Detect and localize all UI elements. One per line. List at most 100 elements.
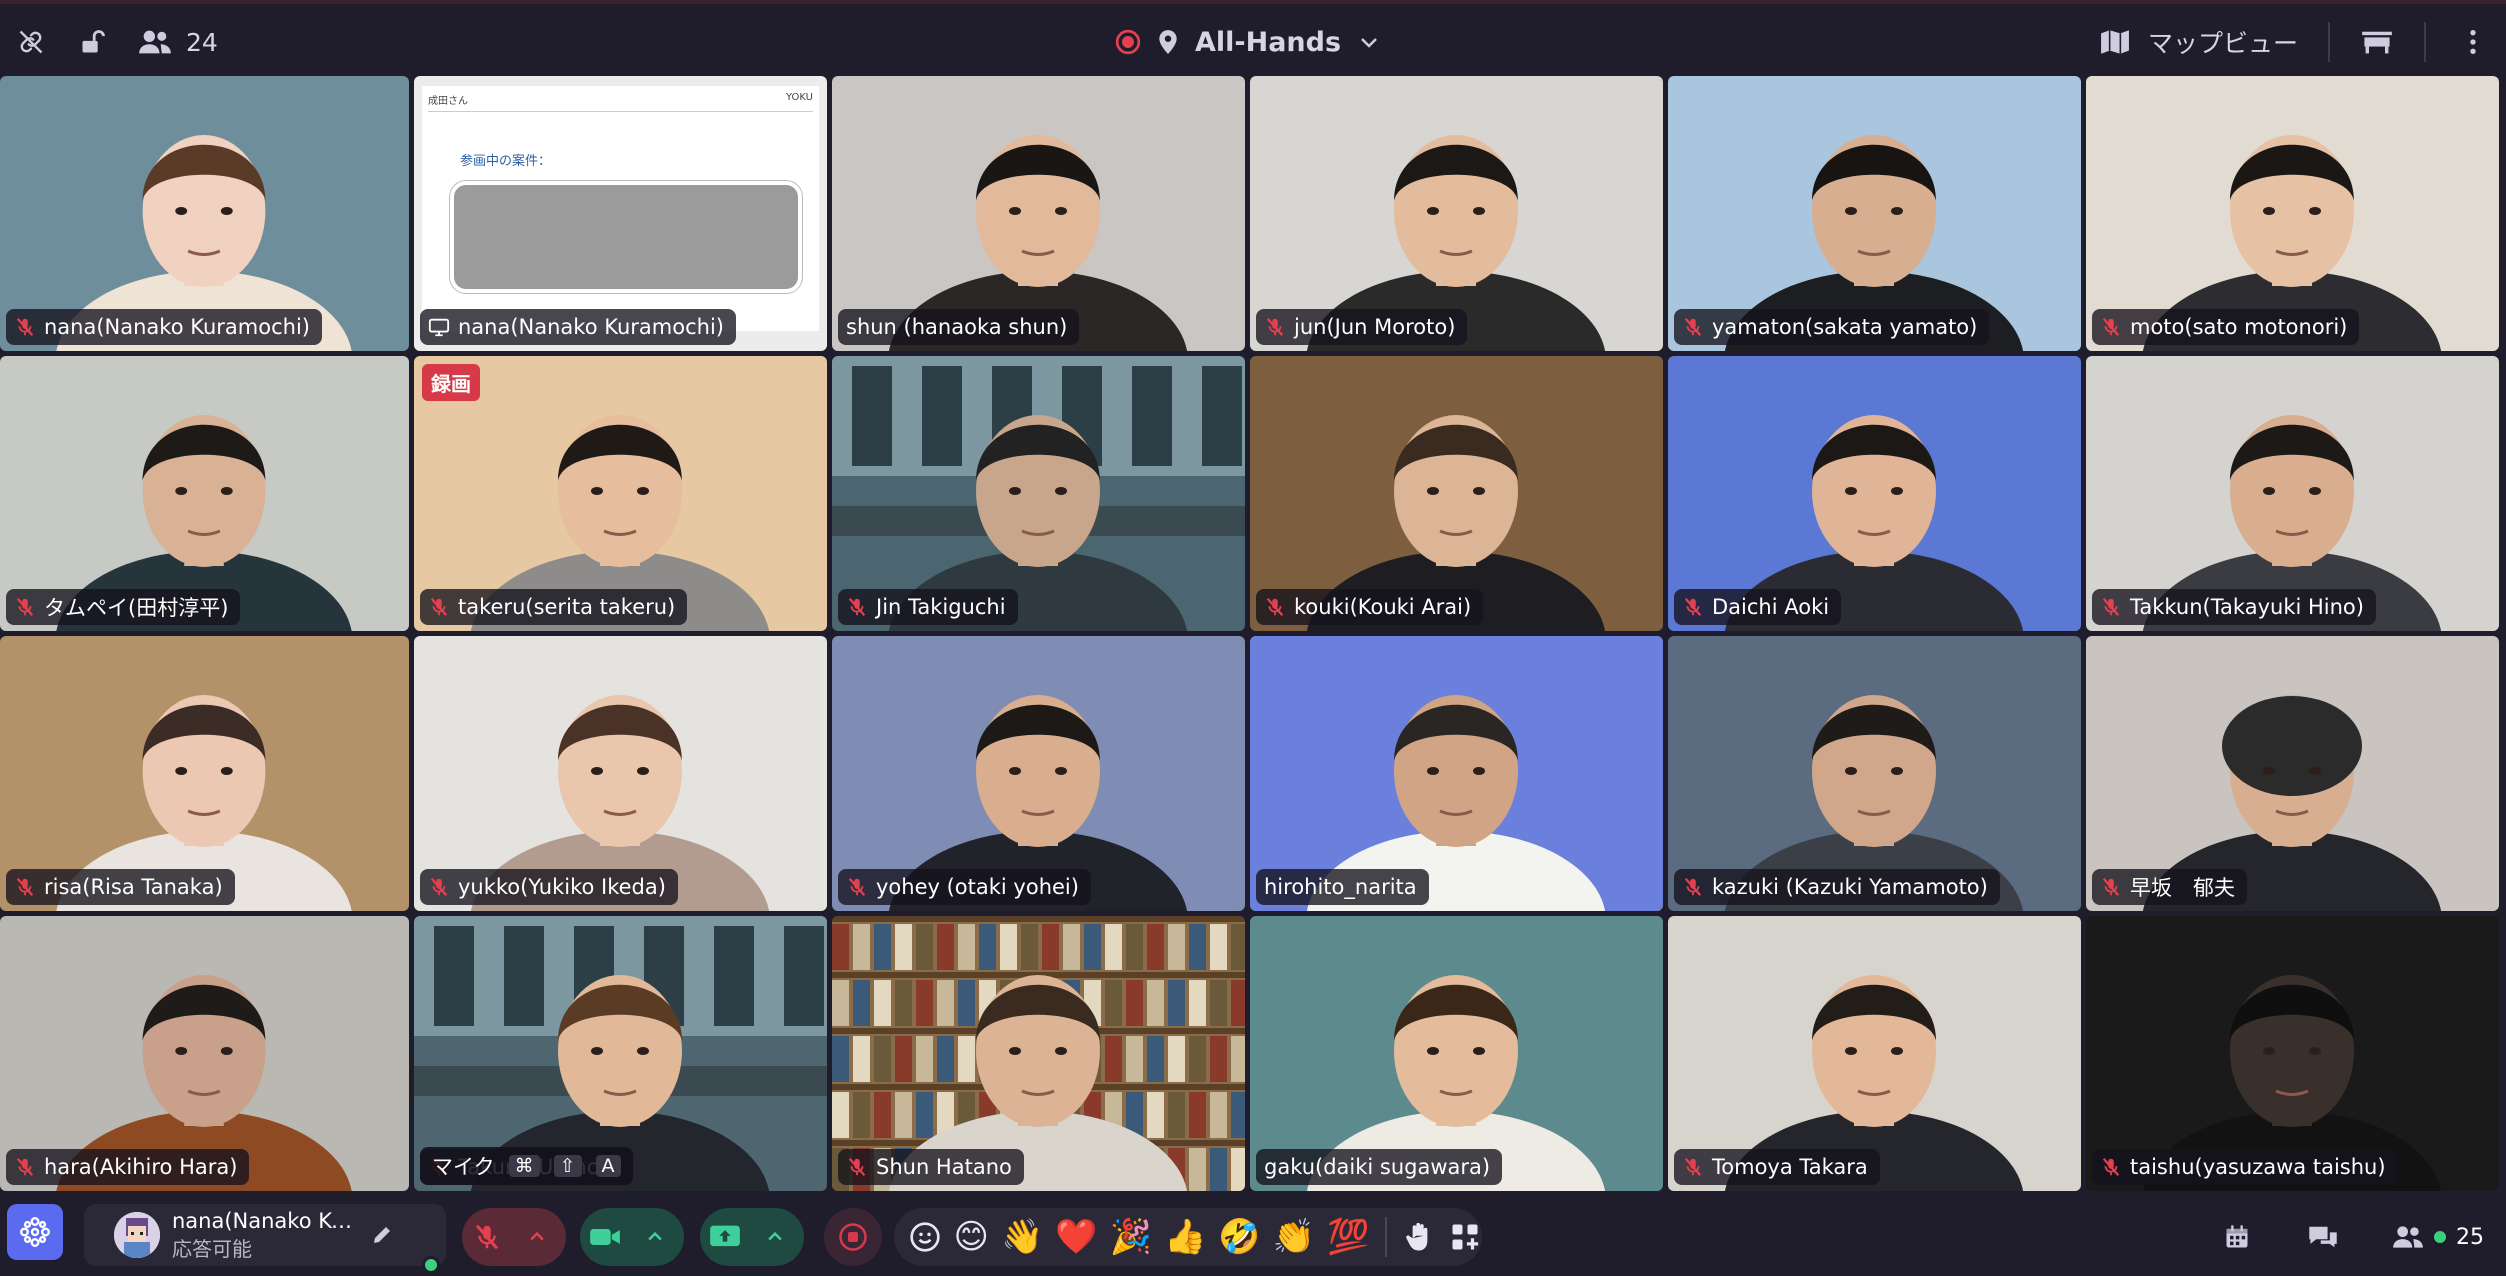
video-tile[interactable]: Takkun(Takayuki Hino) [2086, 356, 2499, 631]
video-tile[interactable]: タムペイ(田村淳平) [0, 356, 409, 631]
shortcut-key-cmd: ⌘ [508, 1155, 540, 1177]
profile-status: 応答可能 [172, 1236, 252, 1261]
participant-name-tag: Daichi Aoki [1674, 589, 1842, 625]
participant-name: nana(Nanako Kuramochi) [44, 315, 310, 339]
app-logo-icon[interactable] [7, 1204, 63, 1260]
raise-hand-icon[interactable] [1403, 1215, 1437, 1259]
video-tile[interactable]: Daichi Aoki [1668, 356, 2081, 631]
mic-off-icon [848, 598, 866, 616]
add-apps-icon[interactable] [1448, 1215, 1482, 1259]
video-tile[interactable]: yukko(Yukiko Ikeda) [414, 636, 827, 911]
link-icon[interactable] [14, 25, 48, 59]
participant-total: 25 [2456, 1224, 2484, 1250]
mic-off-icon [848, 1158, 866, 1176]
shortcut-tooltip: マイク ⌘ ⇧ A [420, 1147, 633, 1185]
video-tile[interactable]: nana(Nanako Kuramochi) [0, 76, 409, 351]
map-view-button[interactable]: マップビュー [2100, 24, 2298, 60]
avatar [114, 1212, 160, 1258]
video-tile[interactable]: Shun Hatano [832, 916, 1245, 1191]
mic-off-icon [16, 318, 34, 336]
video-tile[interactable]: 早坂 郁夫 [2086, 636, 2499, 911]
screenshare-toggle-button[interactable] [700, 1208, 750, 1266]
reaction-emoji-7[interactable]: 👏 [1273, 1215, 1315, 1259]
reaction-emoji-4[interactable]: 🎉 [1110, 1215, 1152, 1259]
video-tile[interactable]: hara(Akihiro Hara) [0, 916, 409, 1191]
participant-name: 早坂 郁夫 [2130, 876, 2235, 900]
chat-icon[interactable] [2306, 1220, 2340, 1254]
video-tile[interactable]: taishu(yasuzawa taishu) [2086, 916, 2499, 1191]
mic-off-icon [2102, 1158, 2120, 1176]
video-tile[interactable]: risa(Risa Tanaka) [0, 636, 409, 911]
video-tile[interactable]: gaku(daiki sugawara) [1250, 916, 1663, 1191]
video-tile[interactable]: jun(Jun Moroto) [1250, 76, 1663, 351]
screenshare-options-button[interactable] [750, 1208, 800, 1266]
mic-off-icon [848, 878, 866, 896]
participant-name: Shun Hatano [876, 1155, 1012, 1179]
participant-name-tag: risa(Risa Tanaka) [6, 869, 235, 905]
participant-name: shun (hanaoka shun) [846, 315, 1068, 339]
participant-name-tag: jun(Jun Moroto) [1256, 309, 1468, 345]
unlock-icon[interactable] [76, 25, 110, 59]
divider [2424, 22, 2426, 62]
participant-name-tag: hirohito_narita [1256, 869, 1429, 905]
mic-off-icon [1684, 878, 1702, 896]
camera-options-button[interactable] [630, 1208, 680, 1266]
reaction-bar: 😊 👋 ❤️ 🎉 👍 🤣 👏 💯 [894, 1208, 1482, 1266]
video-tile[interactable]: Takumi Uemotoマイク⌘⇧A [414, 916, 827, 1191]
people-icon [139, 30, 171, 54]
participant-count[interactable]: 24 [138, 28, 218, 57]
mic-off-icon [430, 878, 448, 896]
recording-badge: 録画 [422, 364, 480, 401]
participant-name: タムペイ(田村淳平) [44, 596, 229, 620]
mic-options-button[interactable] [512, 1208, 562, 1266]
video-tile[interactable]: 成田さん YOKU 参画中の案件： nana(Nanako Kuramochi) [414, 76, 827, 351]
reaction-emoji-3[interactable]: ❤️ [1055, 1215, 1097, 1259]
mic-off-icon [1684, 318, 1702, 336]
participant-name: Tomoya Takara [1712, 1155, 1868, 1179]
participant-name: nana(Nanako Kuramochi) [458, 315, 724, 339]
camera-toggle-button[interactable] [580, 1208, 630, 1266]
participant-name-tag: yohey (otaki yohei) [838, 869, 1091, 905]
calendar-icon[interactable] [2220, 1220, 2254, 1254]
emoji-picker-icon[interactable] [908, 1215, 942, 1259]
divider [1385, 1217, 1387, 1257]
top-bar-right: マップビュー [2100, 8, 2490, 76]
video-tile[interactable]: kouki(Kouki Arai) [1250, 356, 1663, 631]
participant-name-tag: moto(sato motonori) [2092, 309, 2360, 345]
video-tile[interactable]: moto(sato motonori) [2086, 76, 2499, 351]
video-tile[interactable]: yamaton(sakata yamato) [1668, 76, 2081, 351]
participants-button[interactable]: 25 [2392, 1224, 2484, 1250]
participant-count-text: 24 [186, 27, 218, 57]
participant-name-tag: 早坂 郁夫 [2092, 869, 2247, 905]
people-icon [2393, 1226, 2423, 1248]
reaction-emoji-5[interactable]: 👍 [1164, 1215, 1206, 1259]
participant-name: moto(sato motonori) [2130, 315, 2348, 339]
video-tile[interactable]: Tomoya Takara [1668, 916, 2081, 1191]
mic-off-icon [475, 1224, 499, 1250]
participant-name: kouki(Kouki Arai) [1294, 595, 1472, 619]
video-tile[interactable]: hirohito_narita [1250, 636, 1663, 911]
mic-off-icon [2102, 318, 2120, 336]
mic-toggle-button[interactable] [462, 1208, 512, 1266]
participant-name-tag: taishu(yasuzawa taishu) [2092, 1149, 2398, 1185]
participant-name: gaku(daiki sugawara) [1264, 1155, 1491, 1179]
participant-name: hirohito_narita [1264, 875, 1417, 899]
desk-icon[interactable] [2360, 25, 2394, 59]
video-tile[interactable]: yohey (otaki yohei) [832, 636, 1245, 911]
shared-screen-header: 成田さん YOKU [428, 92, 813, 112]
reaction-emoji-8[interactable]: 💯 [1327, 1215, 1369, 1259]
reaction-emoji-6[interactable]: 🤣 [1218, 1215, 1260, 1259]
profile-card[interactable]: nana(Nanako Kura... 応答可能 [84, 1204, 446, 1274]
edit-pencil-icon[interactable] [370, 1223, 394, 1247]
record-button[interactable] [824, 1208, 882, 1266]
reaction-emoji-1[interactable]: 😊 [954, 1215, 989, 1259]
video-tile[interactable]: 録画 takeru(serita takeru) [414, 356, 827, 631]
participant-name-tag: nana(Nanako Kuramochi) [6, 309, 322, 345]
video-tile[interactable]: shun (hanaoka shun) [832, 76, 1245, 351]
reaction-emoji-2[interactable]: 👋 [1001, 1215, 1043, 1259]
video-tile[interactable]: kazuki (Kazuki Yamamoto) [1668, 636, 2081, 911]
room-selector[interactable]: All-Hands [1115, 8, 1381, 76]
more-options-icon[interactable] [2456, 25, 2490, 59]
video-tile[interactable]: Jin Takiguchi [832, 356, 1245, 631]
mic-off-icon [1684, 1158, 1702, 1176]
